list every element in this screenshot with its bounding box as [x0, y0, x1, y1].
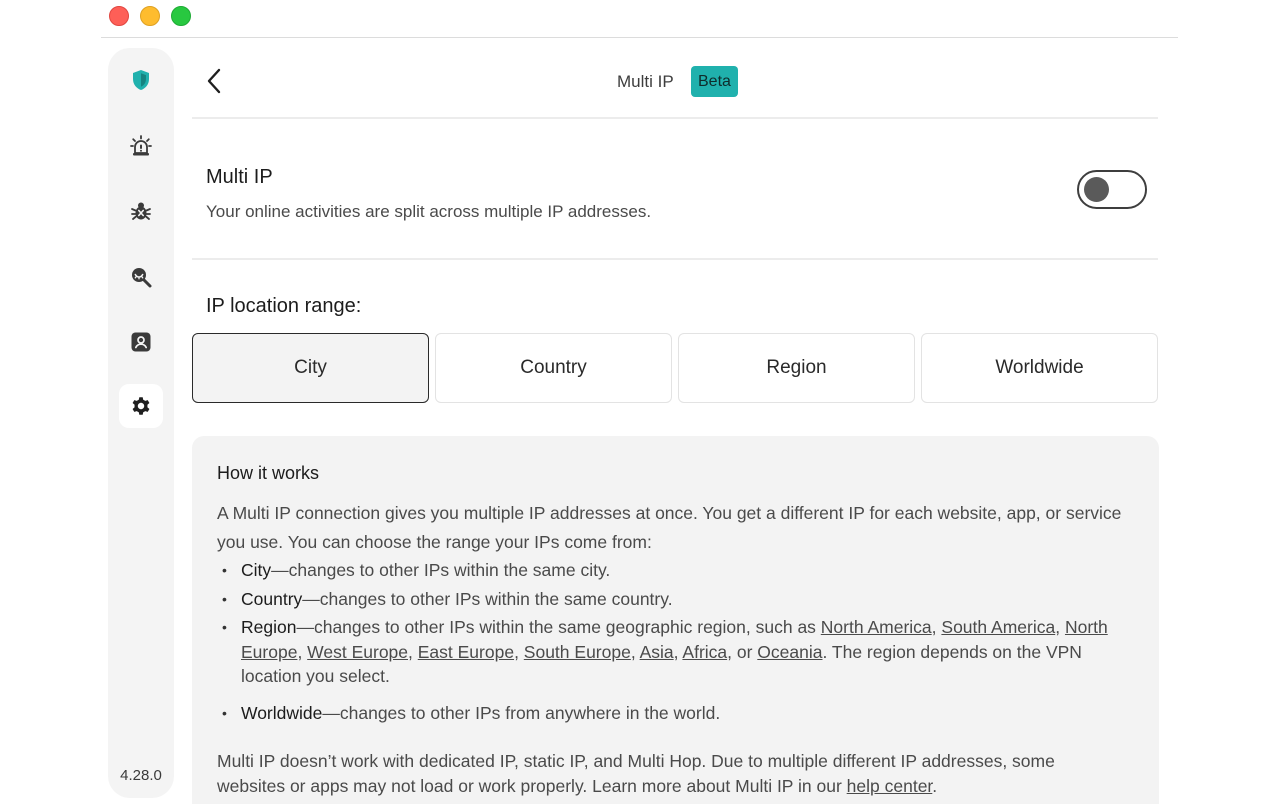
list-item: Country—changes to other IPs within the … [222, 587, 1127, 612]
region-link-east-europe[interactable]: East Europe [418, 642, 514, 662]
titlebar-divider [101, 37, 1178, 38]
list-item-term: City [241, 560, 272, 580]
list-item-text: —changes to other IPs from anywhere in t… [322, 702, 721, 723]
beta-badge: Beta [691, 66, 738, 97]
page-title: Multi IP [617, 72, 674, 91]
separator: , [408, 641, 418, 662]
multi-ip-limitations-note: Multi IP doesn’t work with dedicated IP,… [217, 749, 1127, 798]
list-item-text: —changes to other IPs within the same ge… [296, 617, 821, 637]
multi-ip-toggle[interactable] [1077, 170, 1147, 209]
list-item: Region—changes to other IPs within the s… [222, 615, 1127, 689]
separator: , [1055, 617, 1065, 637]
region-link-oceania[interactable]: Oceania [757, 642, 822, 662]
range-explanation-list: City—changes to other IPs within the sam… [222, 556, 1127, 725]
header-divider [192, 117, 1158, 119]
back-button[interactable] [200, 66, 228, 96]
separator: , [630, 641, 640, 662]
list-item-text: —changes to other IPs within the same co… [302, 588, 673, 609]
list-item-term: Country [241, 588, 303, 609]
list-item-text: —changes to other IPs within the same ci… [271, 560, 611, 580]
region-link-south-america[interactable]: South America [941, 617, 1055, 637]
toggle-knob [1084, 177, 1109, 202]
how-it-works-intro: A Multi IP connection gives you multiple… [217, 503, 1122, 552]
account-icon [131, 332, 151, 352]
sidebar: 4.28.0 [108, 48, 174, 798]
dark-web-monitor-icon [132, 268, 152, 288]
chevron-left-icon [207, 68, 221, 94]
region-link-africa[interactable]: Africa [682, 642, 727, 662]
window-controls [109, 6, 191, 26]
separator: , [514, 641, 524, 662]
separator: , [297, 641, 308, 662]
region-link-asia[interactable]: Asia [640, 642, 674, 662]
sidebar-item-account[interactable] [119, 320, 163, 364]
sidebar-item-malware[interactable] [119, 189, 163, 233]
range-option-worldwide[interactable]: Worldwide [921, 333, 1158, 403]
note-end: . [932, 775, 938, 796]
bug-icon [131, 202, 151, 220]
separator: , or [727, 641, 758, 662]
gear-icon [132, 397, 150, 415]
sidebar-item-settings[interactable] [119, 384, 163, 428]
list-item: City—changes to other IPs within the sam… [222, 558, 1127, 583]
region-link-north-america[interactable]: North America [821, 617, 932, 637]
how-it-works-title: How it works [217, 463, 320, 483]
sidebar-item-vpn[interactable] [119, 58, 163, 102]
help-center-link[interactable]: help center [847, 776, 933, 796]
list-item: Worldwide—changes to other IPs from anyw… [222, 701, 1127, 726]
shield-icon [133, 70, 149, 90]
list-item-term: Region [241, 617, 297, 637]
ip-location-range-label: IP location range: [206, 295, 362, 317]
region-link-west-europe[interactable]: West Europe [307, 642, 408, 662]
minimize-window-button[interactable] [140, 6, 160, 26]
zoom-window-button[interactable] [171, 6, 191, 26]
close-window-button[interactable] [109, 6, 129, 26]
sidebar-item-dark-web-monitor[interactable] [119, 255, 163, 299]
region-link-south-europe[interactable]: South Europe [524, 642, 631, 662]
range-option-country[interactable]: Country [435, 333, 672, 403]
range-option-region[interactable]: Region [678, 333, 915, 403]
app-version: 4.28.0 [120, 767, 162, 784]
alarm-icon [130, 135, 152, 156]
sidebar-item-threat-protection[interactable] [119, 124, 163, 168]
range-option-city[interactable]: City [192, 333, 429, 403]
separator: , [931, 617, 942, 637]
list-item-term: Worldwide [241, 702, 323, 723]
multi-ip-title: Multi IP [206, 166, 273, 188]
multi-ip-description: Your online activities are split across … [206, 202, 652, 221]
section-divider [192, 258, 1158, 260]
